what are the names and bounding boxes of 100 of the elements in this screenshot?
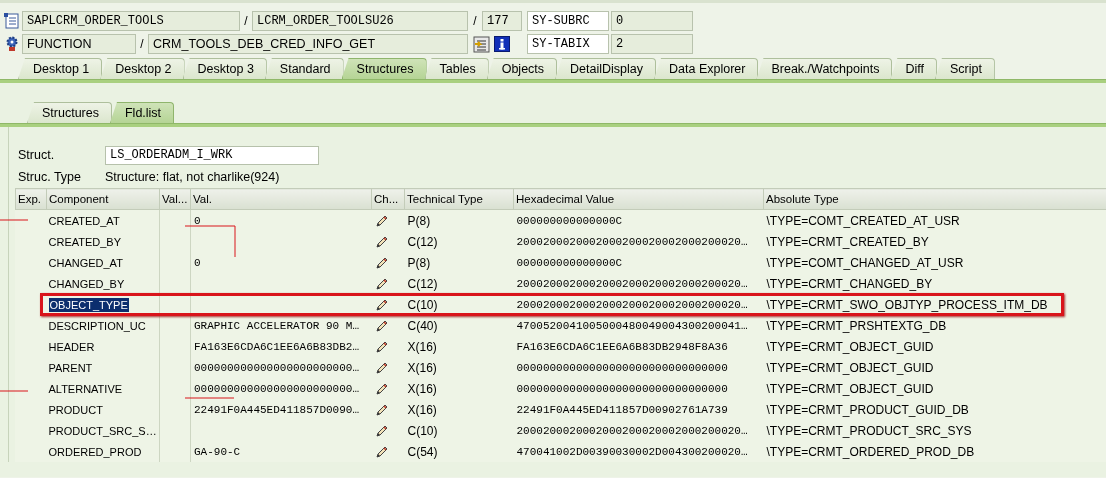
table-cell: \TYPE=CRMT_OBJECT_GUID — [763, 357, 1106, 378]
tab[interactable]: Desktop 2 — [100, 58, 185, 79]
tab[interactable]: Break./Watchpoints — [756, 58, 893, 79]
table-cell: ALTERNATIVE — [48, 382, 123, 395]
table-cell: 000000000000000000000000… — [194, 382, 360, 395]
tab[interactable]: DetailDisplay — [555, 58, 657, 79]
table-cell: \TYPE=COMT_CREATED_AT_USR — [763, 209, 1106, 231]
column-header[interactable]: Hexadecimal Value — [513, 188, 764, 210]
table-cell: CREATED_AT — [48, 214, 120, 227]
table-cell: \TYPE=CRMT_ORDERED_PROD_DB — [763, 441, 1106, 462]
table-cell: 2000200020002000200020002000200020… — [513, 420, 764, 441]
tab[interactable]: Objects — [486, 58, 558, 79]
struc-type-text: Structure: flat, not charlike(924) — [105, 170, 280, 184]
table-cell: \TYPE=CRMT_PRODUCT_SRC_SYS — [763, 420, 1106, 441]
table-cell: 2000200020002000200020002000200020… — [513, 273, 764, 294]
pencil-icon[interactable] — [374, 444, 389, 459]
table-cell: 000000000000000C — [513, 209, 764, 231]
pencil-icon[interactable] — [374, 234, 389, 249]
table-cell: C(12) — [404, 231, 514, 252]
tab[interactable]: Desktop 1 — [18, 58, 103, 79]
table-cell: X(16) — [404, 357, 514, 378]
table-cell: 22491F0A445ED411857D00902761A739 — [513, 399, 764, 420]
tab[interactable]: Structures — [341, 58, 427, 79]
pencil-icon[interactable] — [374, 213, 389, 228]
table-cell: 22491F0A445ED411857D0090… — [194, 403, 360, 416]
pencil-icon[interactable] — [374, 276, 389, 291]
info-icon[interactable] — [493, 36, 510, 52]
table-cell: C(40) — [404, 315, 514, 336]
field-label: SY-SUBRC — [527, 11, 609, 31]
pencil-icon[interactable] — [374, 423, 389, 438]
struct-field[interactable]: LS_ORDERADM_I_WRK — [105, 145, 319, 165]
table-cell: PRODUCT — [48, 403, 103, 416]
table-cell: \TYPE=CRMT_CREATED_BY — [763, 231, 1106, 252]
separator: / — [243, 14, 249, 28]
table-cell: C(12) — [404, 273, 514, 294]
table-cell: \TYPE=CRMT_OBJECT_GUID — [763, 378, 1106, 399]
tab[interactable]: Fld.list — [109, 102, 175, 123]
table-cell: \TYPE=CRMT_PRODUCT_GUID_DB — [763, 399, 1106, 420]
table-cell: ORDERED_PROD — [48, 445, 142, 458]
tab[interactable]: Structures — [27, 102, 112, 123]
table-cell: \TYPE=CRMT_SWO_OBJTYP_PROCESS_ITM_DB — [763, 294, 1106, 315]
field-label: SY-TABIX — [527, 34, 609, 54]
annotation-line — [184, 225, 236, 258]
column-header[interactable]: Component — [46, 188, 160, 210]
table-cell: P(8) — [404, 209, 514, 231]
tab[interactable]: Tables — [424, 58, 489, 79]
table-cell: HEADER — [48, 340, 95, 353]
table-cell: PRODUCT_SRC_S… — [48, 424, 157, 437]
column-header[interactable]: Val... — [159, 188, 191, 210]
table-cell: \TYPE=CRMT_PRSHTEXTG_DB — [763, 315, 1106, 336]
pencil-icon[interactable] — [374, 360, 389, 375]
pencil-icon[interactable] — [374, 255, 389, 270]
display-field: FUNCTION — [22, 34, 136, 54]
display-field: LCRM_ORDER_TOOLSU26 — [252, 11, 468, 31]
gear-icon[interactable] — [5, 36, 19, 52]
table-cell: 470041002D00390030002D004300200020… — [513, 441, 764, 462]
annotation-line — [184, 397, 235, 399]
pencil-icon[interactable] — [374, 339, 389, 354]
tab[interactable]: Script — [934, 58, 995, 79]
table-cell: 000000000000000C — [513, 252, 764, 273]
display-field: 2 — [611, 34, 693, 54]
annotation-line — [0, 219, 29, 221]
separator: / — [139, 37, 145, 51]
table-cell: 2000200020002000200020002000200020… — [513, 231, 764, 252]
pencil-icon[interactable] — [374, 318, 389, 333]
table-cell: 4700520041005000480049004300200041… — [513, 315, 764, 336]
table-cell: OBJECT_TYPE — [48, 297, 129, 312]
table-cell: P(8) — [404, 252, 514, 273]
column-header[interactable]: Technical Type — [404, 188, 514, 210]
table-cell: C(10) — [404, 420, 514, 441]
table-cell: DESCRIPTION_UC — [48, 319, 146, 332]
table-cell: 00000000000000000000000000000000 — [513, 378, 764, 399]
field-label: Struct. — [17, 148, 56, 162]
table-cell: GRAPHIC ACCELERATOR 90 M… — [194, 319, 360, 332]
table-cell: GA-90-C — [194, 445, 241, 458]
table-cell: \TYPE=CRMT_OBJECT_GUID — [763, 336, 1106, 357]
column-header[interactable]: Val. — [190, 188, 372, 210]
table-cell: FA163E6CDA6C1EE6A6B83DB2… — [194, 340, 360, 353]
table-cell: X(16) — [404, 399, 514, 420]
column-header[interactable]: Exp. — [15, 188, 47, 210]
table-cell: 0 — [194, 256, 201, 269]
tab[interactable]: Desktop 3 — [182, 58, 267, 79]
list-icon[interactable] — [4, 12, 20, 30]
table-cell: X(16) — [404, 336, 514, 357]
display-field: 177 — [482, 11, 522, 31]
pencil-icon[interactable] — [374, 297, 389, 312]
annotation-line — [0, 390, 29, 392]
table-cell: X(16) — [404, 378, 514, 399]
tab[interactable]: Standard — [264, 58, 344, 79]
column-header[interactable]: Absolute Type — [763, 188, 1106, 210]
table-cell: PARENT — [48, 361, 93, 374]
tab[interactable]: Diff — [890, 58, 937, 79]
pencil-icon[interactable] — [374, 402, 389, 417]
field-label: Struc. Type — [17, 170, 82, 184]
column-header[interactable]: Ch... — [371, 188, 405, 210]
tab[interactable]: Data Explorer — [654, 58, 759, 79]
display-field: SAPLCRM_ORDER_TOOLS — [22, 11, 240, 31]
table-cell: 2000200020002000200020002000200020… — [513, 294, 764, 315]
pencil-icon[interactable] — [374, 381, 389, 396]
table-cell: CHANGED_BY — [48, 277, 125, 290]
